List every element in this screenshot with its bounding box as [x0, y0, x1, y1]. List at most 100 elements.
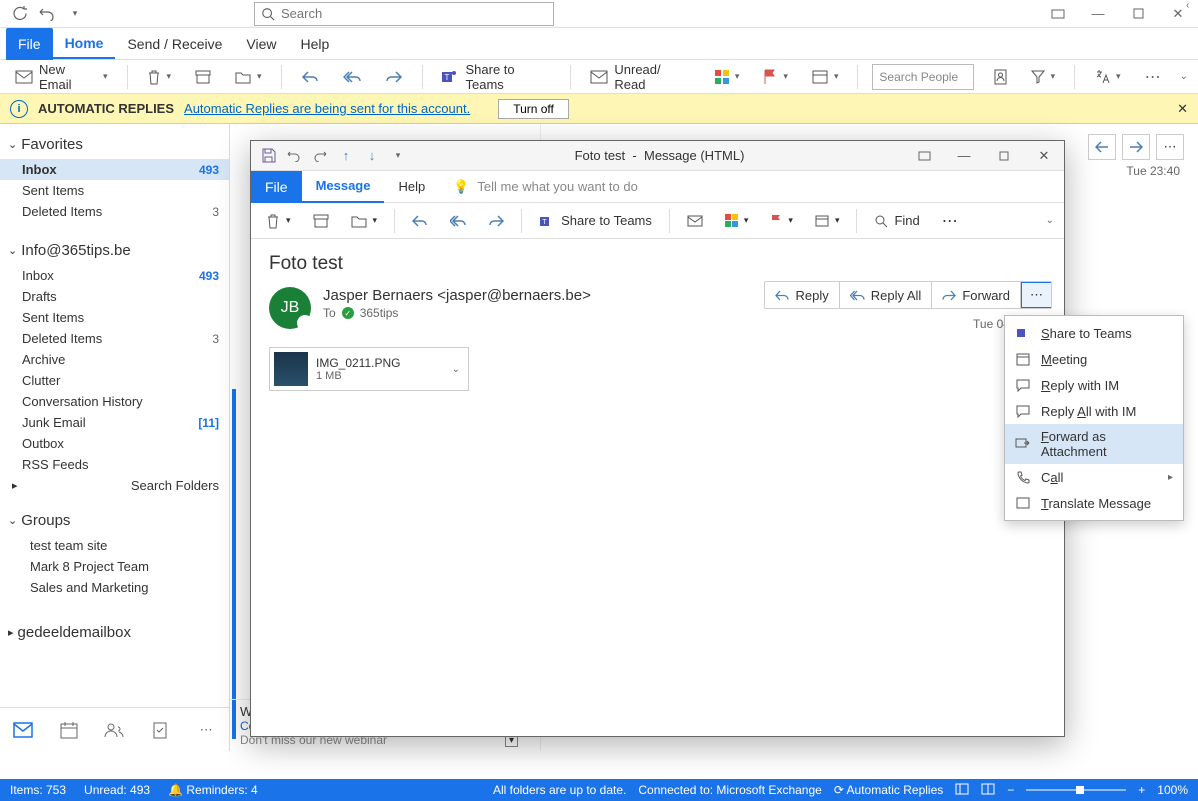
nav-group-2[interactable]: Sales and Marketing: [0, 577, 229, 598]
popout-delete-button[interactable]: ▾: [261, 210, 296, 232]
tasks-module-icon[interactable]: [150, 720, 170, 740]
tab-send-receive[interactable]: Send / Receive: [115, 28, 234, 60]
zoom-in-icon[interactable]: +: [1138, 783, 1145, 797]
ctx-translate[interactable]: Translate Message: [1005, 490, 1183, 516]
qat-dropdown-icon[interactable]: ▾: [389, 147, 407, 165]
nav-favorites-header[interactable]: ⌄Favorites: [0, 130, 229, 159]
nav-acct-5[interactable]: Clutter: [0, 370, 229, 391]
undo-icon[interactable]: [38, 5, 56, 23]
nav-groups-header[interactable]: ⌄Groups: [0, 506, 229, 535]
popout-tab-message[interactable]: Message: [302, 171, 385, 203]
nav-acct-7[interactable]: Junk Email[11]: [0, 412, 229, 433]
tell-me-input[interactable]: Tell me what you want to do: [477, 179, 637, 194]
ribbon-collapse-icon[interactable]: ⌄: [1180, 71, 1188, 82]
search-people-input[interactable]: Search People: [872, 64, 973, 90]
mail-module-icon[interactable]: [13, 720, 33, 740]
forward-button[interactable]: [380, 67, 408, 87]
calendar-module-icon[interactable]: [59, 720, 79, 740]
filter-button[interactable]: ▾: [1026, 67, 1061, 87]
nav-fav-1[interactable]: Sent Items: [0, 180, 229, 201]
view-reading-icon[interactable]: [981, 783, 995, 798]
qat-dropdown-icon[interactable]: ▾: [66, 5, 84, 23]
search-box[interactable]: [254, 2, 554, 26]
delete-button[interactable]: ▾: [142, 66, 177, 88]
nav-group-0[interactable]: test team site: [0, 535, 229, 556]
ctx-meeting[interactable]: Meeting: [1005, 346, 1183, 372]
address-book-button[interactable]: [988, 66, 1012, 88]
popout-ribbon-display-icon[interactable]: [904, 141, 944, 171]
popout-archive-button[interactable]: [308, 211, 334, 231]
flag-button[interactable]: ▾: [758, 66, 793, 88]
unread-read-button[interactable]: Unread/ Read: [585, 59, 696, 95]
next-item-button[interactable]: [1122, 134, 1150, 160]
popout-reply-button[interactable]: [407, 212, 433, 230]
popout-tab-file[interactable]: File: [251, 171, 302, 203]
nav-acct-4[interactable]: Archive: [0, 349, 229, 370]
maximize-icon[interactable]: [1118, 0, 1158, 28]
popout-maximize-icon[interactable]: [984, 141, 1024, 171]
nav-acct-6[interactable]: Conversation History: [0, 391, 229, 412]
undo-icon[interactable]: [285, 147, 303, 165]
move-up-icon[interactable]: ↑: [337, 147, 355, 165]
categorize-button[interactable]: ▾: [710, 67, 745, 87]
nav-collapse-icon[interactable]: ‹: [1186, 0, 1198, 14]
nav-acct-9[interactable]: RSS Feeds: [0, 454, 229, 475]
tab-file[interactable]: File: [6, 28, 53, 60]
nav-acct-2[interactable]: Sent Items: [0, 307, 229, 328]
status-autoreply[interactable]: ⟳ Automatic Replies: [834, 783, 943, 797]
search-input[interactable]: [281, 6, 547, 21]
reply-all-action[interactable]: Reply All: [840, 282, 933, 308]
ctx-share-teams[interactable]: Share to Teams: [1005, 320, 1183, 346]
reply-all-button[interactable]: [338, 67, 366, 87]
nav-account-header[interactable]: ⌄Info@365tips.be: [0, 236, 229, 265]
rules-button[interactable]: ▾: [807, 67, 844, 87]
attachment[interactable]: IMG_0211.PNG 1 MB ⌄: [269, 347, 469, 391]
move-button[interactable]: ▾: [230, 67, 267, 87]
status-reminders[interactable]: 🔔 Reminders: 4: [168, 783, 258, 797]
nav-fav-2[interactable]: Deleted Items3: [0, 201, 229, 222]
popout-tab-help[interactable]: Help: [384, 171, 439, 203]
more-modules-icon[interactable]: ⋯: [196, 720, 216, 740]
reply-action[interactable]: Reply: [765, 282, 839, 308]
zoom-out-icon[interactable]: −: [1007, 783, 1014, 797]
ribbon-display-icon[interactable]: [1038, 0, 1078, 28]
ctx-reply-im[interactable]: Reply with IM: [1005, 372, 1183, 398]
more-actions-button[interactable]: ⋯: [1021, 282, 1051, 308]
popout-more-button[interactable]: ⋯: [937, 208, 963, 234]
popout-flag-button[interactable]: ▾: [765, 211, 798, 231]
move-down-icon[interactable]: ↓: [363, 147, 381, 165]
popout-mark-unread-button[interactable]: [682, 212, 708, 230]
infobar-link[interactable]: Automatic Replies are being sent for thi…: [184, 101, 470, 116]
redo-icon[interactable]: [311, 147, 329, 165]
popout-move-button[interactable]: ▾: [346, 211, 383, 231]
ctx-call[interactable]: Call▸: [1005, 464, 1183, 490]
popout-close-icon[interactable]: ✕: [1024, 141, 1064, 171]
save-icon[interactable]: [259, 147, 277, 165]
people-module-icon[interactable]: [104, 720, 124, 740]
popout-reply-all-button[interactable]: [445, 212, 471, 230]
turn-off-button[interactable]: Turn off: [498, 99, 569, 119]
ctx-forward-attachment[interactable]: Forward as Attachment: [1005, 424, 1183, 464]
new-email-button[interactable]: New Email ▾: [10, 59, 113, 95]
forward-action[interactable]: Forward: [932, 282, 1021, 308]
attachment-dropdown-icon[interactable]: ⌄: [448, 364, 464, 375]
popout-share-teams-button[interactable]: TShare to Teams: [534, 210, 657, 232]
nav-acct-8[interactable]: Outbox: [0, 433, 229, 454]
tab-home[interactable]: Home: [53, 29, 116, 59]
nav-shared-header[interactable]: ▸gedeeldemailbox: [0, 618, 229, 647]
nav-acct-0[interactable]: Inbox493: [0, 265, 229, 286]
nav-fav-0[interactable]: Inbox493: [0, 159, 229, 180]
popout-minimize-icon[interactable]: —: [944, 141, 984, 171]
nav-acct-1[interactable]: Drafts: [0, 286, 229, 307]
avatar[interactable]: JB: [269, 287, 311, 329]
popout-categorize-button[interactable]: ▾: [720, 211, 754, 230]
reply-button[interactable]: [296, 67, 324, 87]
zoom-slider[interactable]: [1026, 789, 1126, 791]
tab-view[interactable]: View: [234, 28, 288, 60]
prev-item-button[interactable]: [1088, 134, 1116, 160]
nav-acct-3[interactable]: Deleted Items3: [0, 328, 229, 349]
share-teams-button[interactable]: T Share to Teams: [436, 59, 556, 95]
translate-button[interactable]: ▾: [1089, 66, 1126, 88]
nav-group-1[interactable]: Mark 8 Project Team: [0, 556, 229, 577]
popout-rules-button[interactable]: ▾: [810, 212, 845, 230]
